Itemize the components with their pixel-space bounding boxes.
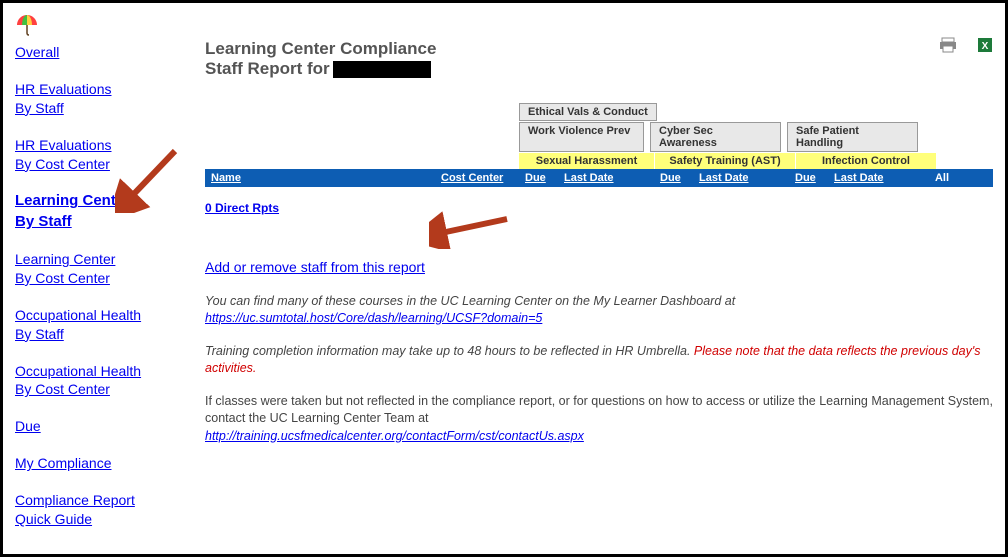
nav-lc-cc-1[interactable]: Learning Center bbox=[15, 250, 195, 269]
table-header-row: Name Cost Center Due Last Date Due Last … bbox=[205, 169, 993, 187]
nav-lc-staff-1[interactable]: Learning Center bbox=[15, 191, 195, 211]
nav-due[interactable]: Due bbox=[15, 417, 195, 436]
nav-lc-cc-2[interactable]: By Cost Center bbox=[15, 269, 195, 288]
col-due-1[interactable]: Due bbox=[519, 169, 558, 187]
cat-sexual-harassment: Sexual Harassment bbox=[519, 153, 654, 169]
page-title-block: Learning Center Compliance Staff Report … bbox=[205, 39, 993, 79]
col-cost-center[interactable]: Cost Center bbox=[435, 169, 519, 187]
col-last-date-2[interactable]: Last Date bbox=[693, 169, 789, 187]
cat-infection-control: Infection Control bbox=[795, 153, 936, 169]
tab-safe-patient[interactable]: Safe Patient Handling bbox=[787, 122, 918, 152]
svg-text:X: X bbox=[982, 41, 989, 52]
umbrella-logo-icon bbox=[15, 13, 39, 37]
nav-quick-guide-2[interactable]: Quick Guide bbox=[15, 510, 195, 529]
nav-hr-eval-staff-2[interactable]: By Staff bbox=[15, 99, 195, 118]
nav-hr-eval-cc-1[interactable]: HR Evaluations bbox=[15, 136, 195, 155]
contact-link[interactable]: http://training.ucsfmedicalcenter.org/co… bbox=[205, 429, 584, 443]
nav-oh-cc-1[interactable]: Occupational Health bbox=[15, 362, 195, 381]
redacted-name bbox=[333, 61, 431, 78]
nav-oh-staff-2[interactable]: By Staff bbox=[15, 325, 195, 344]
nav-my-compliance[interactable]: My Compliance bbox=[15, 454, 195, 473]
main-content: Learning Center Compliance Staff Report … bbox=[195, 11, 993, 546]
info-text-1: You can find many of these courses in th… bbox=[205, 293, 993, 327]
col-last-date-1[interactable]: Last Date bbox=[558, 169, 654, 187]
excel-export-icon[interactable]: X bbox=[977, 37, 993, 56]
sidebar: Overall HR Evaluations By Staff HR Evalu… bbox=[15, 11, 195, 546]
page-title-line1: Learning Center Compliance bbox=[205, 39, 993, 59]
col-due-2[interactable]: Due bbox=[654, 169, 693, 187]
nav-quick-guide-1[interactable]: Compliance Report bbox=[15, 491, 195, 510]
nav-hr-eval-cc-2[interactable]: By Cost Center bbox=[15, 155, 195, 174]
tab-cyber-sec[interactable]: Cyber Sec Awareness bbox=[650, 122, 781, 152]
report-table: Ethical Vals & Conduct Work Violence Pre… bbox=[205, 103, 993, 215]
col-all: All bbox=[924, 169, 960, 187]
nav-oh-cc-2[interactable]: By Cost Center bbox=[15, 380, 195, 399]
add-remove-staff-link[interactable]: Add or remove staff from this report bbox=[205, 259, 425, 275]
page-title-line2: Staff Report for bbox=[205, 59, 993, 79]
col-due-3[interactable]: Due bbox=[789, 169, 828, 187]
nav-overall[interactable]: Overall bbox=[15, 43, 195, 62]
nav-oh-staff-1[interactable]: Occupational Health bbox=[15, 306, 195, 325]
direct-reports-link[interactable]: 0 Direct Rpts bbox=[205, 201, 279, 215]
tab-ethical[interactable]: Ethical Vals & Conduct bbox=[519, 103, 657, 121]
cat-safety-training: Safety Training (AST) bbox=[654, 153, 795, 169]
info-text-3: If classes were taken but not reflected … bbox=[205, 393, 993, 446]
col-name[interactable]: Name bbox=[205, 169, 435, 187]
info-text-2: Training completion information may take… bbox=[205, 343, 993, 377]
nav-hr-eval-staff-1[interactable]: HR Evaluations bbox=[15, 80, 195, 99]
col-last-date-3[interactable]: Last Date bbox=[828, 169, 924, 187]
learner-dashboard-link[interactable]: https://uc.sumtotal.host/Core/dash/learn… bbox=[205, 311, 542, 325]
print-icon[interactable] bbox=[939, 37, 957, 56]
tab-work-violence[interactable]: Work Violence Prev bbox=[519, 122, 644, 152]
nav-lc-staff-2[interactable]: By Staff bbox=[15, 212, 195, 232]
